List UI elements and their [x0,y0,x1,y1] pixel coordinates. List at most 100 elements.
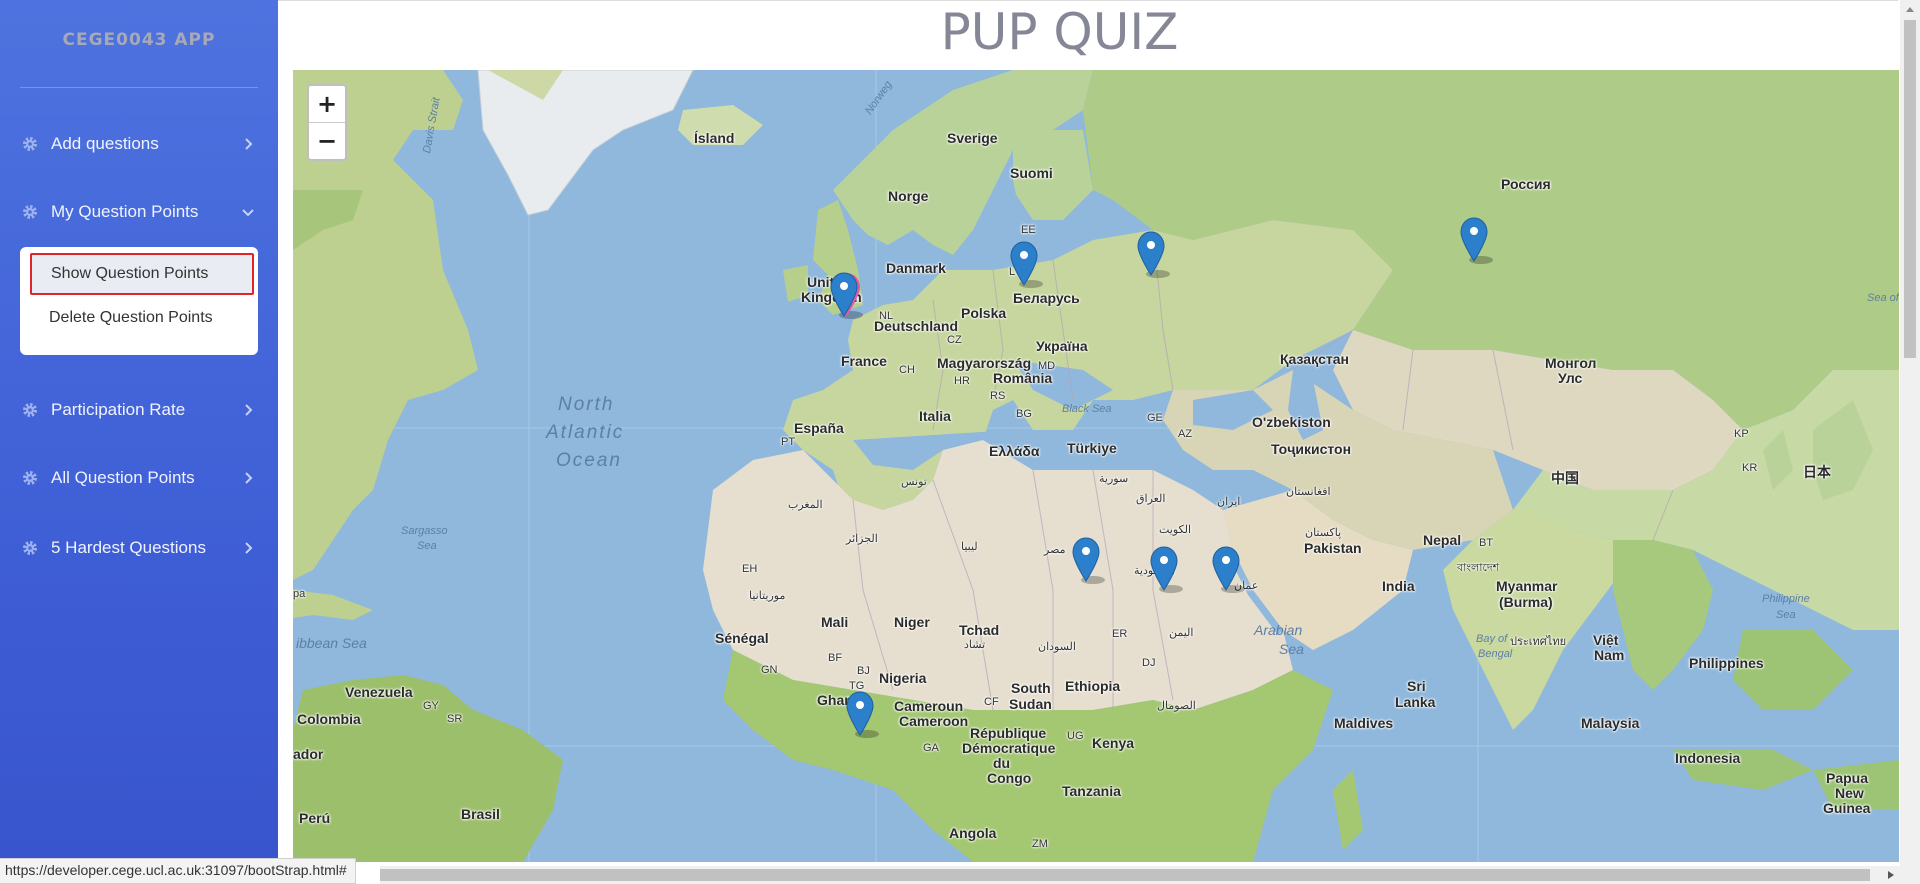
chevron-right-icon [245,472,253,484]
question-point-marker[interactable] [1136,230,1170,280]
horizontal-scrollbar[interactable] [380,866,1900,884]
map-view[interactable]: Ísland Sverige Suomi Norge Россия Danmar… [293,70,1899,862]
map-label: Қазақстан [1280,351,1349,367]
map-label: Indonesia [1675,750,1741,766]
question-point-marker[interactable] [1211,545,1245,595]
gear-icon [22,136,38,152]
map-label: تشاد [964,639,986,651]
map-label: New [1835,785,1864,801]
show-question-points-link[interactable]: Show Question Points [30,253,254,295]
map-label: Pakistan [1304,540,1362,556]
map-label: مصر [1044,544,1066,556]
map-label: Lanka [1395,694,1436,710]
zoom-control: + − [307,84,347,161]
sidebar-item-label: Add questions [51,134,159,153]
map-label: Sea [1279,641,1304,657]
sidebar-item-label: 5 Hardest Questions [51,538,206,557]
chevron-right-icon [245,138,253,150]
sidebar-item-5-hardest-questions[interactable]: 5 Hardest Questions [0,528,278,568]
delete-question-points-link[interactable]: Delete Question Points [30,297,254,339]
map-label: Ísland [694,130,735,146]
map-label: GN [761,664,778,676]
sidebar-item-label: My Question Points [51,202,199,221]
map-label: Nepal [1423,532,1462,548]
question-point-marker[interactable] [829,271,863,321]
map-label: Guinea [1823,800,1871,816]
map-label: RS [990,390,1006,402]
map-label: الصومال [1157,700,1196,712]
scroll-up-arrow-icon[interactable] [1904,4,1916,14]
question-point-marker[interactable] [845,690,879,740]
map-label: المغرب [788,499,823,511]
map-label: Беларусь [1013,290,1080,306]
map-label: 日本 [1803,464,1831,480]
map-label: România [993,370,1053,386]
map-label: KP [1734,428,1749,440]
map-label: اليمن [1169,627,1194,639]
zoom-out-button[interactable]: − [309,123,345,159]
map-label: Mali [821,614,849,630]
map-label: Ocean [556,450,622,471]
sidebar-item-participation-rate[interactable]: Participation Rate [0,390,278,430]
map-label: EE [1021,224,1036,236]
question-point-marker[interactable] [1149,545,1183,595]
map-label: Perú [299,810,331,826]
map-label: Nam [1594,647,1625,663]
zoom-in-button[interactable]: + [309,86,345,123]
map-label: ER [1112,628,1128,640]
map-label: Cameroun [894,698,964,714]
sidebar-item-my-question-points[interactable]: My Question Points [0,192,278,232]
map-label: Angola [949,825,997,841]
map-label: ประเทศไทย [1510,636,1567,648]
map-label: Україна [1036,338,1088,354]
map-label: Myanmar [1496,578,1558,594]
map-label: CH [899,364,915,376]
map-label: Papua [1826,770,1869,786]
map-label: India [1382,578,1415,594]
map-label: KR [1742,462,1758,474]
question-point-marker[interactable] [1459,216,1493,266]
map-label: BG [1016,408,1032,420]
map-label: Démocratique [962,740,1056,756]
map-label: Sea of [1867,292,1899,304]
map-label: ليبيا [961,541,978,553]
map-label: Magyarország [937,355,1032,371]
map-label: ador [293,746,324,762]
map-label: BJ [857,665,870,677]
map-label: Монгол [1545,355,1597,371]
map-label: SR [447,713,463,725]
vertical-scrollbar[interactable] [1900,0,1920,884]
question-point-marker[interactable] [1071,536,1105,586]
map-label: Cameroon [899,713,969,729]
map-label: Tanzania [1062,783,1121,799]
gear-icon [22,402,38,418]
sidebar-item-all-question-points[interactable]: All Question Points [0,458,278,498]
vertical-scroll-thumb[interactable] [1904,20,1916,358]
map-label: Deutschland [874,318,959,334]
map-label: Ελλάδα [989,443,1040,459]
map-label: HR [954,375,970,387]
sidebar-item-label: Participation Rate [51,400,186,419]
map-label: الكويت [1159,524,1192,536]
map-label: Nigeria [879,670,927,686]
map-label: Maldives [1334,715,1394,731]
sidebar-divider [20,87,258,88]
brand-title[interactable]: CEGE0043 APP [0,30,278,50]
map-label: GY [423,700,439,712]
map-label: افغانستان [1286,486,1331,498]
map-label: DJ [1142,657,1156,669]
map-label: الجزائر [846,533,878,545]
map-label: République [970,725,1047,741]
map-label: AZ [1178,428,1193,440]
map-label: Congo [987,770,1032,786]
map-label: Ethiopia [1065,678,1121,694]
horizontal-scroll-thumb[interactable] [380,869,1870,881]
map-label: Polska [961,305,1007,321]
map-label: Tchad [959,622,1000,638]
scroll-right-arrow-icon[interactable] [1886,869,1896,881]
map-label: السودان [1038,641,1076,653]
submenu-label: Show Question Points [51,265,209,282]
question-point-marker[interactable] [1009,240,1043,290]
map-label: BF [828,652,843,664]
sidebar-item-add-questions[interactable]: Add questions [0,124,278,164]
